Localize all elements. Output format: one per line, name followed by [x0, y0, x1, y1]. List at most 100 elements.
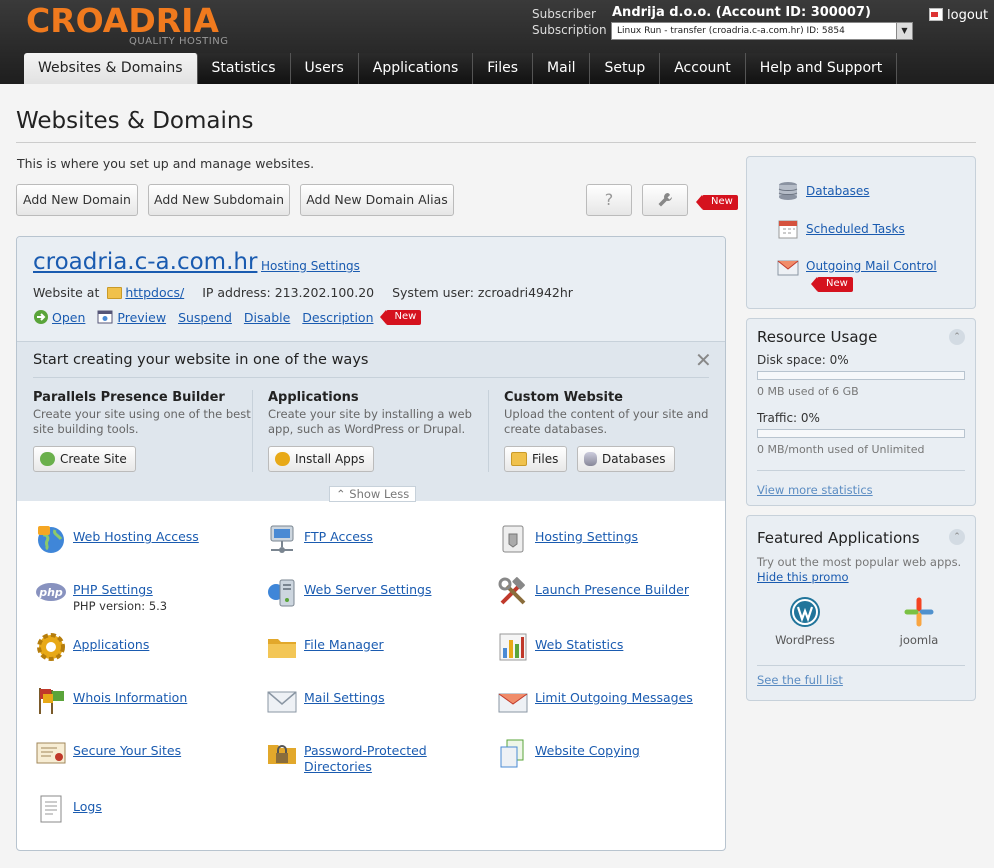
page-title: Websites & Domains [16, 108, 254, 134]
ip-value: 213.202.100.20 [274, 285, 375, 300]
databases-link[interactable]: Databases [777, 180, 870, 202]
logo-tagline: QUALITY HOSTING [129, 36, 229, 47]
tool-limit-outgoing-messages[interactable]: Limit Outgoing Messages [497, 684, 693, 716]
featured-applications-panel: Featured Applications ⌃ Try out the most… [746, 515, 976, 701]
domain-info: Website at httpdocs/ IP address: 213.202… [33, 285, 573, 300]
domain-name-link[interactable]: croadria.c-a.com.hr [33, 249, 257, 275]
ftp-server-icon [270, 525, 294, 553]
tool-ftp-access[interactable]: FTP Access [266, 523, 373, 555]
featured-app-joomla[interactable]: joomla [889, 596, 949, 647]
files-button[interactable]: Files [504, 446, 568, 472]
tab-statistics[interactable]: Statistics [197, 53, 291, 84]
column-divider [252, 390, 253, 472]
add-new-domain-button[interactable]: Add New Domain [16, 184, 138, 216]
page-intro: This is where you set up and manage webs… [17, 156, 315, 171]
svg-text:php: php [38, 586, 63, 599]
traffic-bar [757, 429, 965, 438]
tool-web-statistics[interactable]: Web Statistics [497, 631, 623, 663]
add-new-domain-alias-button[interactable]: Add New Domain Alias [300, 184, 454, 216]
joomla-icon [904, 597, 934, 627]
tool-applications[interactable]: Applications [35, 631, 149, 663]
domain-header: croadria.c-a.com.hr Hosting Settings Web… [17, 237, 725, 341]
traffic-detail: 0 MB/month used of Unlimited [757, 443, 925, 456]
tool-secure-your-sites[interactable]: Secure Your Sites [35, 737, 181, 769]
disk-space-bar [757, 371, 965, 380]
tab-mail[interactable]: Mail [533, 53, 591, 84]
tool-hosting-settings[interactable]: Hosting Settings [497, 523, 638, 555]
wordpress-label: WordPress [775, 633, 835, 647]
outgoing-mail-new-badge: New [811, 275, 853, 292]
wordpress-icon [790, 597, 820, 627]
tab-help-support[interactable]: Help and Support [745, 53, 898, 84]
tool-password-protected-directories[interactable]: Password-Protected Directories [266, 737, 427, 775]
lock-folder-icon [268, 745, 296, 764]
chevron-up-icon: ⌃ [336, 487, 350, 501]
disk-space-label: Disk space: 0% [757, 353, 849, 367]
wrench-icon [658, 193, 672, 207]
tab-setup[interactable]: Setup [590, 53, 661, 84]
subscription-select-value: Linux Run - transfer (croadria.c-a.com.h… [617, 26, 845, 36]
see-full-list-link[interactable]: See the full list [757, 673, 843, 687]
system-user-value: zcroadri4942hr [477, 285, 573, 300]
folder-icon [268, 639, 296, 658]
disable-link[interactable]: Disable [244, 310, 290, 325]
mail-icon [267, 691, 297, 713]
subscriber-labels: Subscriber Subscription [532, 6, 607, 38]
start-panel-divider [33, 377, 709, 378]
applications-column: Applications Create your site by install… [268, 390, 488, 437]
domain-hosting-settings-link[interactable]: Hosting Settings [261, 259, 360, 273]
logout-icon [929, 8, 943, 21]
create-site-icon [40, 452, 55, 466]
tab-users[interactable]: Users [290, 53, 359, 84]
chevron-down-icon[interactable]: ▼ [896, 23, 912, 39]
title-divider [16, 142, 976, 143]
tool-logs[interactable]: Logs [35, 793, 102, 825]
resource-usage-title: Resource Usage [757, 328, 878, 346]
add-new-subdomain-button[interactable]: Add New Subdomain [148, 184, 290, 216]
show-less-toggle[interactable]: ⌃ Show Less [329, 486, 417, 502]
tool-web-server-settings[interactable]: Web Server Settings [266, 576, 431, 608]
featured-app-wordpress[interactable]: WordPress [775, 596, 835, 647]
hide-promo-link[interactable]: Hide this promo [757, 570, 849, 584]
scheduled-tasks-link[interactable]: Scheduled Tasks [777, 218, 905, 240]
subscription-select[interactable]: Linux Run - transfer (croadria.c-a.com.h… [611, 22, 913, 40]
open-icon [34, 310, 48, 324]
tool-website-copying[interactable]: Website Copying [497, 737, 640, 769]
logo[interactable]: CROADRIA QUALITY HOSTING [26, 2, 228, 48]
tab-websites-domains[interactable]: Websites & Domains [24, 53, 198, 84]
create-site-button[interactable]: Create Site [33, 446, 136, 472]
logout-link[interactable]: logout [929, 8, 988, 23]
open-link[interactable]: Open [52, 310, 85, 325]
joomla-label: joomla [899, 633, 939, 647]
suspend-link[interactable]: Suspend [178, 310, 232, 325]
limit-mail-icon [498, 693, 528, 713]
resource-divider [757, 470, 965, 471]
custom-website-desc: Upload the content of your site and crea… [504, 407, 709, 436]
tools-new-badge: New [696, 193, 738, 210]
description-link[interactable]: Description [302, 310, 373, 325]
tool-file-manager[interactable]: File Manager [266, 631, 384, 663]
tool-php-settings[interactable]: php PHP Settings PHP version: 5.3 [35, 576, 167, 614]
tool-mail-settings[interactable]: Mail Settings [266, 684, 385, 716]
tools-button[interactable] [642, 184, 688, 216]
hammer-wrench-icon [498, 577, 526, 605]
tool-launch-presence-builder[interactable]: Launch Presence Builder [497, 576, 689, 608]
tab-account[interactable]: Account [660, 53, 746, 84]
featured-desc: Try out the most popular web apps. [757, 555, 962, 569]
httpdocs-link[interactable]: httpdocs/ [125, 285, 184, 300]
collapse-icon[interactable]: ⌃ [949, 529, 965, 545]
install-apps-button[interactable]: Install Apps [268, 446, 374, 472]
presence-builder-column: Parallels Presence Builder Create your s… [33, 390, 253, 437]
tool-web-hosting-access[interactable]: Web Hosting Access [35, 523, 199, 555]
collapse-icon[interactable]: ⌃ [949, 329, 965, 345]
view-more-statistics-link[interactable]: View more statistics [757, 483, 873, 497]
tab-applications[interactable]: Applications [358, 53, 474, 84]
tab-files[interactable]: Files [473, 53, 534, 84]
close-icon[interactable]: ✕ [695, 348, 712, 372]
help-button[interactable]: ? [586, 184, 632, 216]
databases-button[interactable]: Databases [577, 446, 675, 472]
domain-panel: croadria.c-a.com.hr Hosting Settings Web… [16, 236, 726, 851]
tool-whois-information[interactable]: Whois Information [35, 684, 187, 716]
outgoing-mail-control-link[interactable]: Outgoing Mail Control [777, 255, 937, 277]
preview-link[interactable]: Preview [117, 310, 166, 325]
